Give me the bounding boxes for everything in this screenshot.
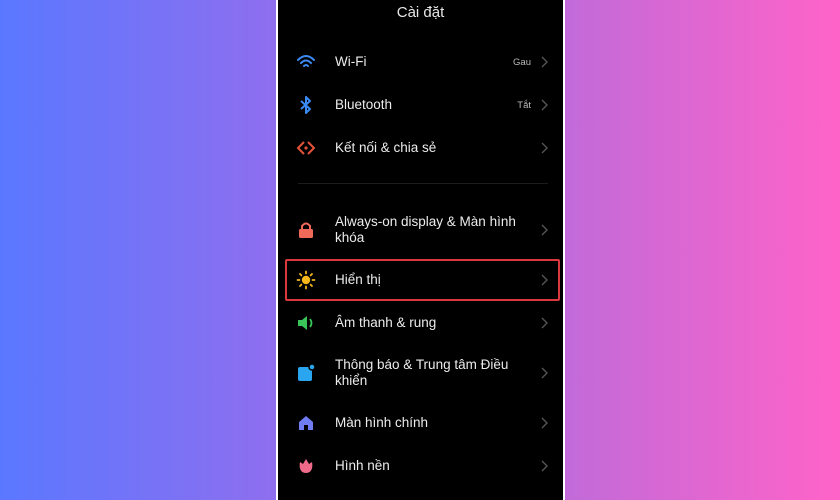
settings-item-label: Hình nền — [335, 458, 390, 473]
chevron-right-icon — [539, 141, 549, 155]
settings-item-label: Bluetooth — [335, 97, 393, 112]
connection-sharing-icon — [296, 138, 316, 158]
settings-item-label: Màn hình chính — [335, 415, 429, 430]
home-icon — [296, 413, 316, 433]
chevron-right-icon — [539, 366, 549, 380]
settings-item-wifi[interactable]: Wi-Fi Gau — [278, 52, 563, 72]
highlight-box — [285, 259, 560, 301]
wallpaper-icon — [296, 456, 316, 476]
settings-item-label: Thông báo & Trung tâm Điều khiển — [335, 357, 509, 388]
notification-icon — [296, 363, 316, 383]
settings-item-home-screen[interactable]: Màn hình chính — [278, 413, 563, 433]
speaker-icon — [296, 313, 316, 333]
bluetooth-icon — [296, 95, 316, 115]
settings-item-label: Âm thanh & rung — [335, 315, 437, 330]
wifi-icon — [296, 52, 316, 72]
chevron-right-icon — [539, 459, 549, 473]
settings-item-value: Gau — [513, 56, 531, 68]
chevron-right-icon — [539, 416, 549, 430]
settings-item-label: Wi-Fi — [335, 54, 367, 69]
chevron-right-icon — [539, 316, 549, 330]
settings-item-notifications-control-center[interactable]: Thông báo & Trung tâm Điều khiển — [278, 357, 563, 389]
settings-item-sound-vibration[interactable]: Âm thanh & rung — [278, 313, 563, 333]
settings-item-bluetooth[interactable]: Bluetooth Tắt — [278, 95, 563, 115]
lock-icon — [296, 220, 316, 240]
settings-item-connection-sharing[interactable]: Kết nối & chia sẻ — [278, 138, 563, 158]
section-divider — [298, 183, 548, 184]
settings-item-label: Always-on display & Màn hình khóa — [335, 214, 516, 245]
settings-screen: Cài đặt Wi-Fi Gau Bluetooth Tắt Kết nối … — [276, 0, 565, 500]
settings-item-label: Kết nối & chia sẻ — [335, 140, 437, 155]
page-title: Cài đặt — [396, 4, 445, 21]
settings-item-always-on-display[interactable]: Always-on display & Màn hình khóa — [278, 214, 563, 246]
chevron-right-icon — [539, 223, 549, 237]
chevron-right-icon — [539, 55, 549, 69]
settings-item-value: Tắt — [517, 99, 531, 111]
settings-item-wallpaper[interactable]: Hình nền — [278, 456, 563, 476]
chevron-right-icon — [539, 98, 549, 112]
